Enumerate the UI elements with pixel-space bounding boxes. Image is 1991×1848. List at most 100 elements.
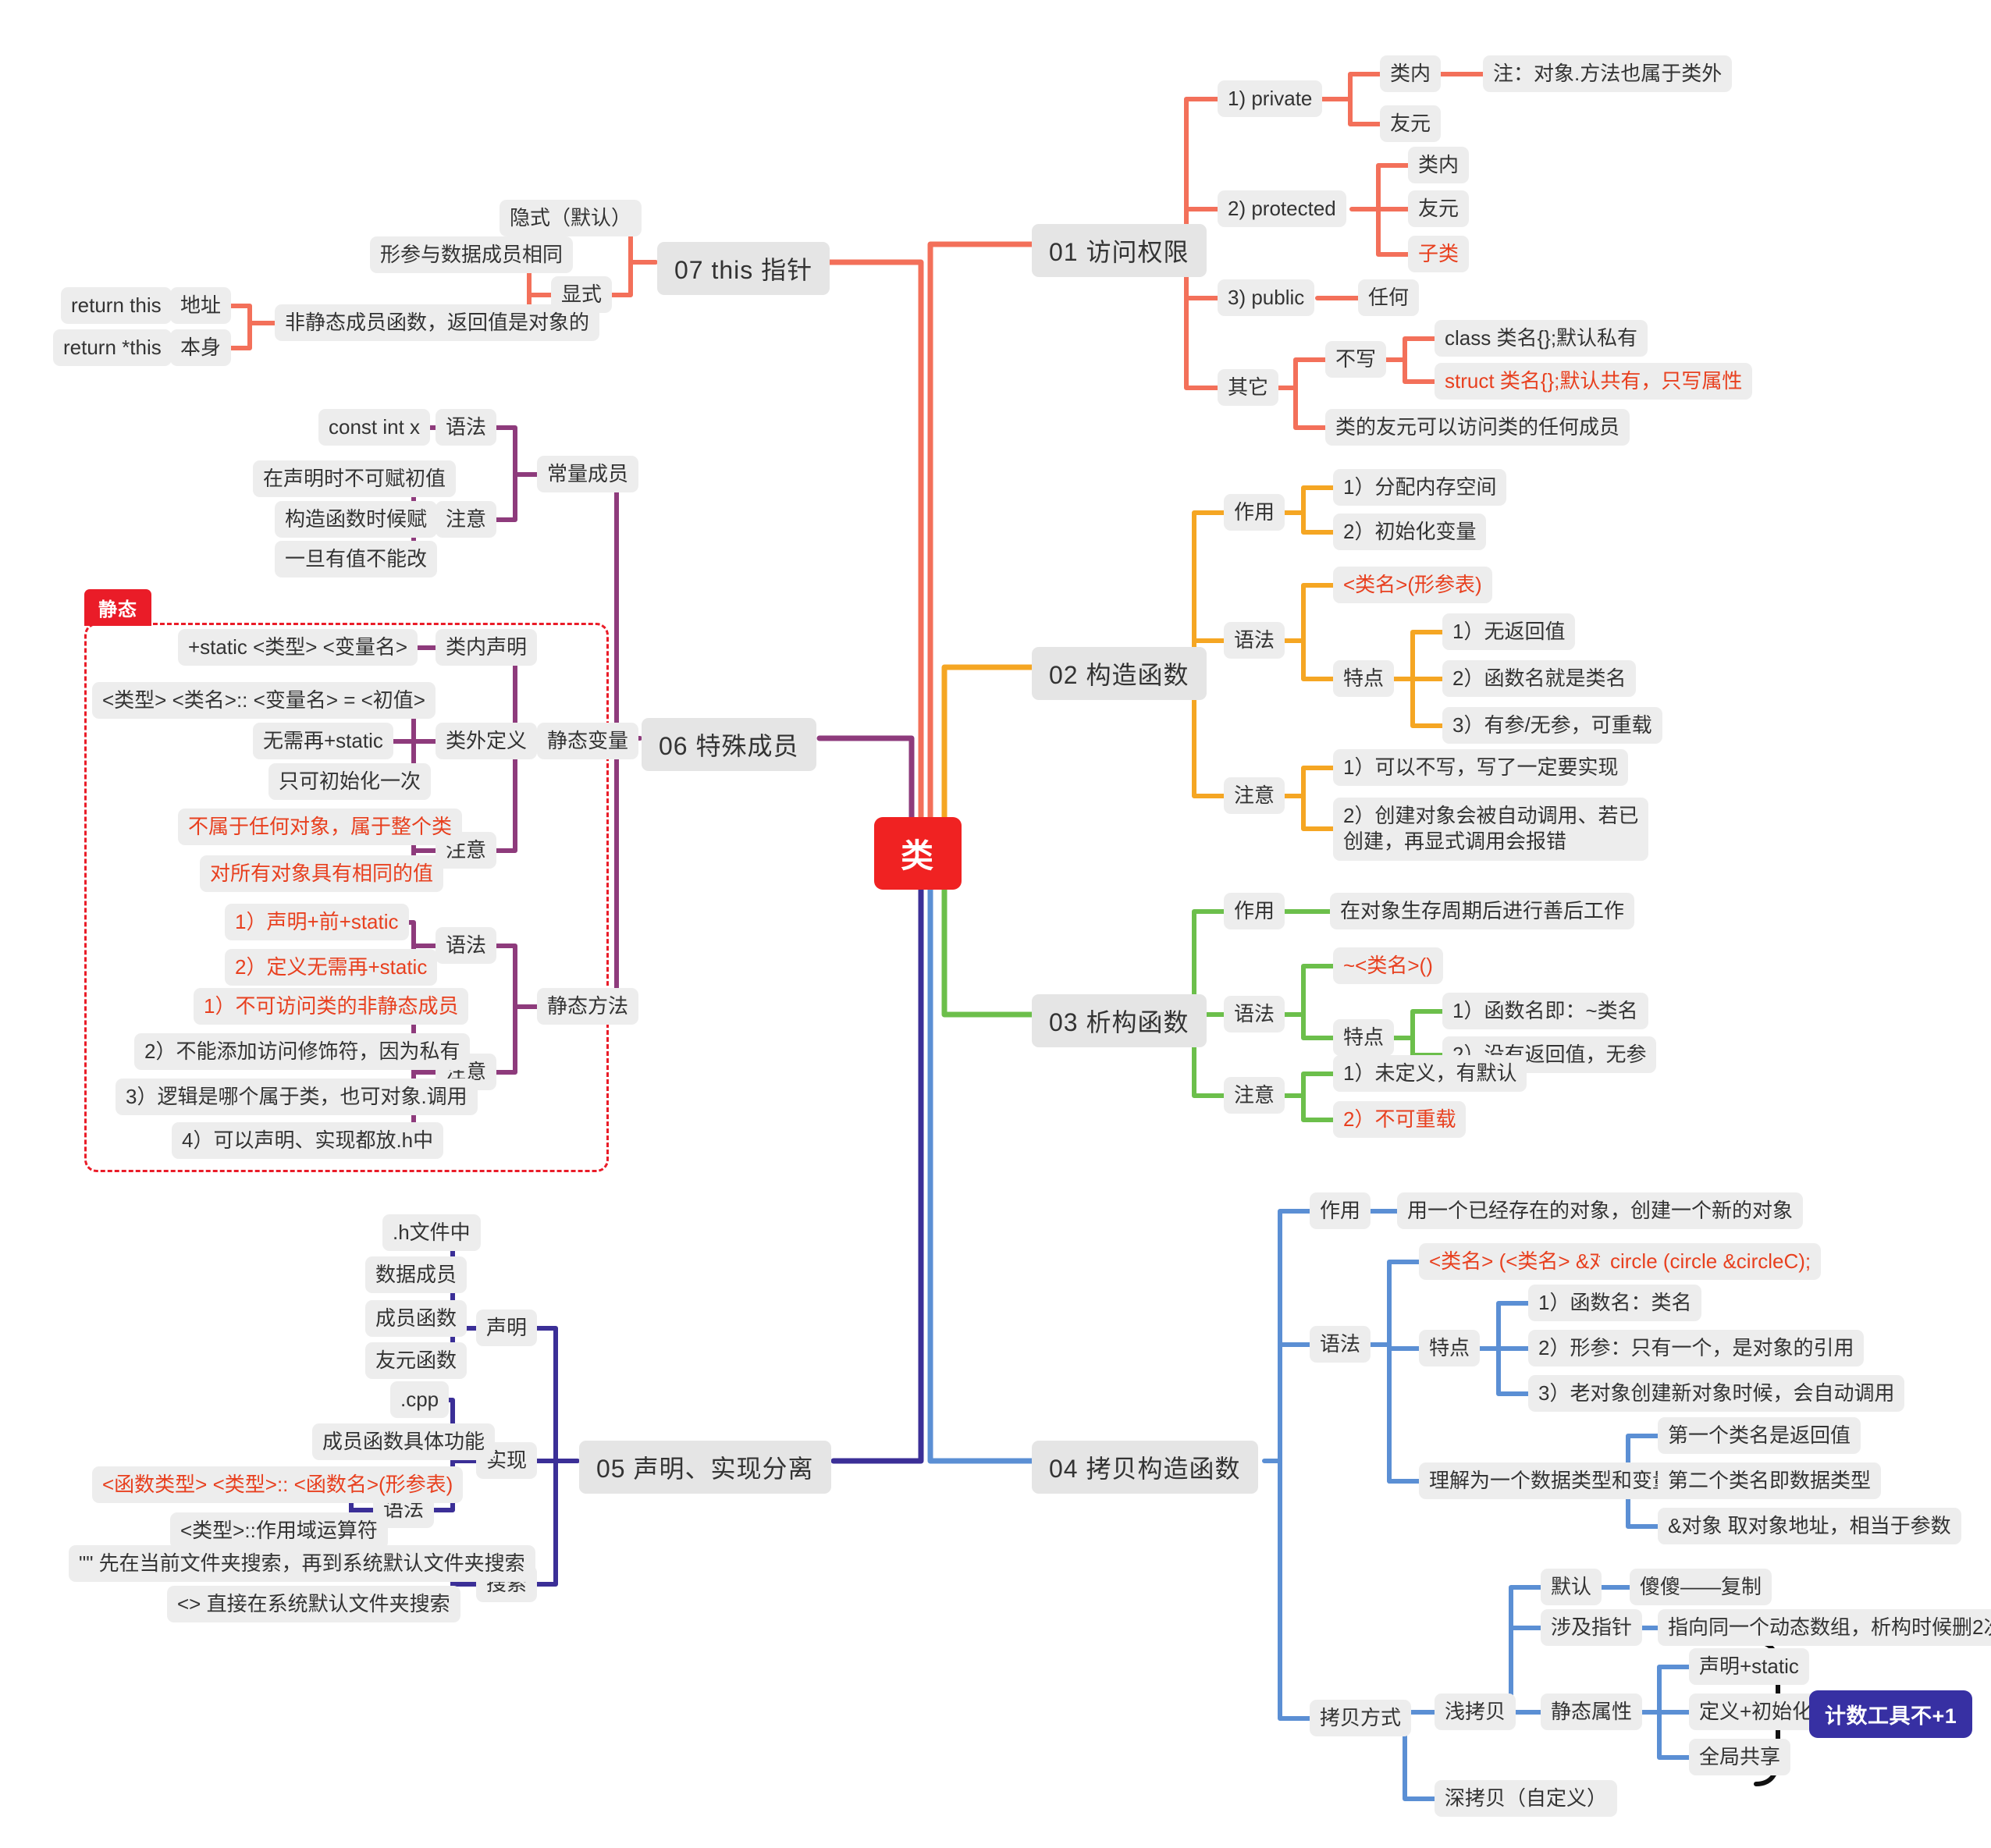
- node-const-syntax-1[interactable]: const int x: [318, 409, 431, 446]
- node-static-var-out-1[interactable]: <类型> <类名>:: <变量名> = <初值>: [92, 682, 436, 720]
- node-ctor-notes[interactable]: 注意: [1224, 777, 1285, 815]
- node-copy-understand-1[interactable]: 第一个类名是返回值: [1658, 1417, 1861, 1455]
- node-shallow-copy[interactable]: 浅拷贝: [1435, 1693, 1516, 1731]
- node-dtor-signature[interactable]: ~<类名>(): [1333, 947, 1443, 985]
- node-static-method-syntax-2[interactable]: 2）定义无需再+static: [225, 949, 438, 986]
- node-protected-friend[interactable]: 友元: [1408, 190, 1470, 228]
- node-static-var-in-class-1[interactable]: +static <类型> <变量名>: [178, 629, 418, 666]
- node-deep-copy[interactable]: 深拷贝（自定义）: [1435, 1780, 1618, 1818]
- node-other-nowrite[interactable]: 不写: [1325, 341, 1387, 378]
- node-ctor-syntax[interactable]: 语法: [1224, 622, 1285, 659]
- node-return-this[interactable]: return this: [61, 287, 172, 325]
- node-const-note-3[interactable]: 一旦有值不能改: [275, 541, 438, 578]
- node-dtor-feature-1[interactable]: 1）函数名即：~类名: [1442, 993, 1648, 1030]
- node-static-attribute[interactable]: 静态属性: [1541, 1693, 1643, 1731]
- node-ctor-note-1[interactable]: 1）可以不写，写了一定要实现: [1333, 749, 1629, 787]
- node-protected-subclass[interactable]: 子类: [1408, 236, 1470, 273]
- node-ctor-note-2[interactable]: 2）创建对象会被自动调用、若已 创建，再显式调用会报错: [1333, 798, 1649, 861]
- node-search-angle[interactable]: <> 直接在系统默认文件夹搜索: [167, 1586, 460, 1623]
- root-node[interactable]: 类: [874, 817, 962, 890]
- node-declare-h-file[interactable]: .h文件中: [382, 1214, 481, 1252]
- node-ctor-purpose-1[interactable]: 1）分配内存空间: [1333, 469, 1507, 506]
- node-impl-syntax-2[interactable]: <类型>::作用域运算符: [170, 1512, 388, 1550]
- node-const-note-2[interactable]: 构造函数时候赋: [275, 501, 438, 538]
- node-copy-syntax[interactable]: 语法: [1310, 1326, 1371, 1363]
- branch-01-access-permission[interactable]: 01 访问权限: [1032, 224, 1207, 277]
- node-copy-feature-1[interactable]: 1）函数名：类名: [1528, 1285, 1702, 1322]
- node-dtor-note-1[interactable]: 1）未定义，有默认: [1333, 1055, 1527, 1093]
- node-static-variable[interactable]: 静态变量: [537, 723, 639, 760]
- node-static-method-syntax[interactable]: 语法: [436, 927, 497, 965]
- branch-02-constructor[interactable]: 02 构造函数: [1032, 647, 1207, 700]
- node-ctor-purpose[interactable]: 作用: [1224, 494, 1285, 531]
- node-dtor-purpose[interactable]: 作用: [1224, 893, 1285, 930]
- node-dtor-purpose-1[interactable]: 在对象生存周期后进行善后工作: [1330, 893, 1635, 930]
- node-copy-feature-2[interactable]: 2）形参：只有一个，是对象的引用: [1528, 1330, 1865, 1367]
- node-private-note[interactable]: 注：对象.方法也属于类外: [1483, 55, 1733, 93]
- node-public-any[interactable]: 任何: [1358, 279, 1420, 317]
- node-static-method-note-2[interactable]: 2）不能添加访问修饰符，因为私有: [134, 1033, 471, 1071]
- node-copy-features[interactable]: 特点: [1419, 1330, 1481, 1367]
- node-declare-friend-func[interactable]: 友元函数: [365, 1342, 468, 1380]
- node-public[interactable]: 3) public: [1218, 279, 1315, 317]
- node-impl-cpp[interactable]: .cpp: [390, 1381, 450, 1419]
- node-shallow-default-detail[interactable]: 傻傻——复制: [1630, 1569, 1772, 1606]
- node-static-attr-2[interactable]: 定义+初始化: [1689, 1693, 1823, 1731]
- node-this-explicit-2[interactable]: 非静态成员函数，返回值是对象的: [275, 304, 600, 342]
- node-other[interactable]: 其它: [1218, 369, 1279, 407]
- node-private-in-class[interactable]: 类内: [1380, 55, 1442, 93]
- node-declaration[interactable]: 声明: [476, 1310, 538, 1347]
- node-static-method-syntax-1[interactable]: 1）声明+前+static: [225, 904, 409, 941]
- node-copy-example[interactable]: circle (circle &circleC);: [1600, 1243, 1822, 1281]
- node-static-var-out-2[interactable]: 无需再+static: [253, 723, 393, 760]
- node-impl-syntax-1[interactable]: <函数类型> <类型>:: <函数名>(形参表): [92, 1466, 464, 1504]
- node-protected[interactable]: 2) protected: [1218, 190, 1346, 228]
- node-search-quotes[interactable]: "" 先在当前文件夹搜索，再到系统默认文件夹搜索: [69, 1545, 535, 1583]
- node-const-member[interactable]: 常量成员: [537, 456, 639, 493]
- node-declare-member-func[interactable]: 成员函数: [365, 1300, 468, 1338]
- node-ctor-signature[interactable]: <类名>(形参表): [1333, 567, 1492, 604]
- node-static-var-note-2[interactable]: 对所有对象具有相同的值: [200, 855, 444, 893]
- node-this-return-addr-desc[interactable]: 地址: [170, 287, 232, 325]
- node-return-star-this[interactable]: return *this: [53, 329, 172, 367]
- node-static-method[interactable]: 静态方法: [537, 988, 639, 1025]
- node-static-var-note-1[interactable]: 不属于任何对象，属于整个类: [178, 808, 463, 846]
- node-const-note-1[interactable]: 在声明时不可赋初值: [253, 460, 457, 498]
- branch-05-decl-impl-separation[interactable]: 05 声明、实现分离: [579, 1441, 831, 1494]
- node-static-method-note-1[interactable]: 1）不可访问类的非静态成员: [194, 988, 469, 1025]
- branch-04-copy-constructor[interactable]: 04 拷贝构造函数: [1032, 1441, 1258, 1494]
- node-const-syntax[interactable]: 语法: [436, 409, 497, 446]
- node-this-implicit[interactable]: 隐式（默认）: [500, 200, 642, 237]
- node-friend-any-member[interactable]: 类的友元可以访问类的任何成员: [1325, 409, 1630, 446]
- node-class-default-private[interactable]: class 类名{};默认私有: [1435, 320, 1648, 357]
- node-dtor-note-2[interactable]: 2）不可重载: [1333, 1101, 1467, 1139]
- node-this-explicit-1[interactable]: 形参与数据成员相同: [370, 236, 574, 274]
- node-dtor-notes[interactable]: 注意: [1224, 1077, 1285, 1114]
- node-private-friend[interactable]: 友元: [1380, 105, 1442, 143]
- node-ctor-feature-2[interactable]: 2）函数名就是类名: [1442, 660, 1637, 698]
- node-copy-understand-3[interactable]: &对象 取对象地址，相当于参数: [1658, 1508, 1961, 1545]
- node-declare-data-member[interactable]: 数据成员: [365, 1256, 468, 1294]
- node-const-notes[interactable]: 注意: [436, 501, 497, 538]
- node-copy-understand-2[interactable]: 第二个类名即数据类型: [1658, 1462, 1882, 1500]
- node-static-attr-1[interactable]: 声明+static: [1689, 1648, 1809, 1686]
- node-dtor-features[interactable]: 特点: [1333, 1019, 1395, 1057]
- node-copy-mode[interactable]: 拷贝方式: [1310, 1700, 1412, 1737]
- node-ctor-feature-3[interactable]: 3）有参/无参，可重载: [1442, 707, 1662, 745]
- node-struct-default-public[interactable]: struct 类名{};默认共有，只写属性: [1435, 363, 1753, 400]
- node-copy-purpose[interactable]: 作用: [1310, 1192, 1371, 1230]
- node-protected-in-class[interactable]: 类内: [1408, 147, 1470, 184]
- counter-tool-badge[interactable]: 计数工具不+1: [1809, 1690, 1973, 1738]
- node-private[interactable]: 1) private: [1218, 80, 1323, 118]
- node-static-method-note-3[interactable]: 3）逻辑是哪个属于类，也可对象.调用: [116, 1079, 478, 1116]
- node-ctor-purpose-2[interactable]: 2）初始化变量: [1333, 514, 1487, 551]
- node-static-method-note-4[interactable]: 4）可以声明、实现都放.h中: [172, 1122, 444, 1160]
- branch-03-destructor[interactable]: 03 析构函数: [1032, 994, 1207, 1047]
- node-ctor-features[interactable]: 特点: [1333, 660, 1395, 698]
- node-static-var-out-class[interactable]: 类外定义: [436, 723, 538, 760]
- node-static-var-in-class[interactable]: 类内声明: [436, 629, 538, 666]
- node-shallow-default[interactable]: 默认: [1541, 1569, 1602, 1606]
- branch-07-this-pointer[interactable]: 07 this 指针: [657, 242, 830, 295]
- node-static-var-out-3[interactable]: 只可初始化一次: [268, 763, 432, 801]
- node-dtor-syntax[interactable]: 语法: [1224, 996, 1285, 1033]
